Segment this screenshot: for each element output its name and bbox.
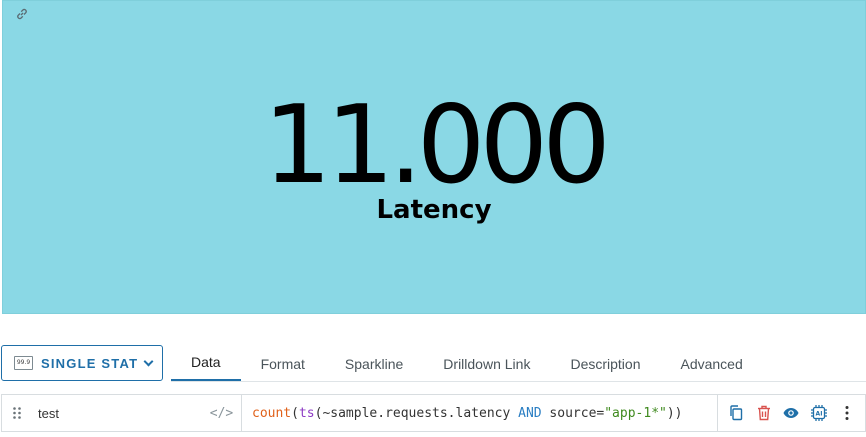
copy-icon[interactable] bbox=[727, 404, 745, 422]
query-token-metric: ~sample.requests.latency bbox=[322, 405, 519, 421]
code-toggle-icon[interactable]: </> bbox=[202, 395, 242, 431]
tab-advanced[interactable]: Advanced bbox=[660, 345, 762, 382]
query-input[interactable]: count(ts(~sample.requests.latency AND so… bbox=[242, 395, 718, 431]
ai-chip-icon[interactable]: AI bbox=[810, 404, 828, 422]
trash-icon[interactable] bbox=[755, 404, 773, 422]
query-token-close: )) bbox=[666, 405, 683, 421]
chart-type-dropdown[interactable]: 99.9 SINGLE STAT bbox=[1, 345, 163, 381]
single-stat-icon: 99.9 bbox=[14, 356, 33, 370]
query-token-count: count bbox=[252, 405, 292, 421]
chart-type-label: SINGLE STAT bbox=[41, 355, 139, 371]
link-icon[interactable] bbox=[15, 7, 29, 21]
query-token-filter: source= bbox=[541, 405, 605, 421]
query-name[interactable]: test bbox=[32, 395, 202, 431]
query-token-paren: ( bbox=[314, 405, 323, 421]
more-vertical-icon[interactable] bbox=[838, 404, 856, 422]
tab-sparkline[interactable]: Sparkline bbox=[325, 345, 423, 382]
chevron-down-icon bbox=[143, 356, 154, 366]
drag-handle-icon[interactable] bbox=[2, 395, 32, 431]
svg-text:AI: AI bbox=[816, 411, 823, 418]
query-actions: AI bbox=[718, 395, 865, 431]
stat-label: Latency bbox=[376, 195, 492, 225]
tab-drilldown-link[interactable]: Drilldown Link bbox=[423, 345, 550, 382]
eye-icon[interactable] bbox=[782, 404, 800, 422]
query-token-value: "app-1*" bbox=[604, 405, 667, 421]
query-token-paren: ( bbox=[291, 405, 299, 421]
stat-value: 11.000 bbox=[263, 83, 611, 208]
tab-format[interactable]: Format bbox=[241, 345, 325, 382]
tab-data[interactable]: Data bbox=[171, 345, 241, 382]
tab-description[interactable]: Description bbox=[550, 345, 660, 382]
single-stat-panel: 11.000 Latency bbox=[2, 0, 866, 314]
tabs-divider bbox=[171, 381, 866, 382]
query-token-ts: ts bbox=[298, 405, 315, 421]
editor-tabs: Data Format Sparkline Drilldown Link Des… bbox=[171, 345, 763, 382]
query-token-and: AND bbox=[518, 405, 542, 421]
query-row: test </> count(ts(~sample.requests.laten… bbox=[1, 394, 866, 432]
